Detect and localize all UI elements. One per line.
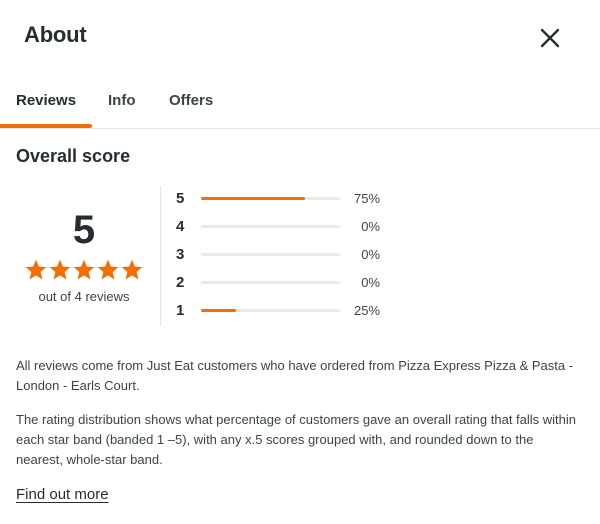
star-rating [24,258,144,282]
distribution-bar-track [201,225,340,228]
reviews-source-text: All reviews come from Just Eat customers… [16,358,574,393]
vertical-divider [160,186,161,326]
tab-offers[interactable]: Offers [169,92,213,109]
close-icon [540,28,560,48]
star-band-label: 3 [176,246,185,263]
rating-distribution-explanation: The rating distribution shows what perce… [16,412,577,467]
star-icon [25,259,47,280]
modal-title: About [24,22,87,47]
find-out-more-link[interactable]: Find out more [16,486,109,503]
star-band-percent: 75% [353,191,380,206]
star-band-label: 5 [176,190,185,207]
score-value: 5 [72,208,96,252]
star-band-percent: 0% [361,219,380,234]
distribution-bar-track [201,197,340,200]
distribution-row-5: 5 75% [176,188,406,216]
close-button[interactable] [538,26,562,50]
distribution-row-2: 2 0% [176,272,406,300]
star-icon [73,259,95,280]
distribution-bar-fill [201,309,236,312]
tab-info[interactable]: Info [108,92,136,109]
distribution-row-1: 1 25% [176,300,406,328]
distribution-bar-track [201,309,340,312]
review-count: out of 4 reviews [38,289,130,304]
star-band-label: 1 [176,302,185,319]
tab-bar: Reviews Info Offers [0,82,600,129]
distribution-row-4: 4 0% [176,216,406,244]
score-summary: 5 out of 4 reviews [16,186,160,326]
star-band-percent: 0% [361,275,380,290]
star-band-percent: 25% [353,303,380,318]
active-tab-indicator [0,124,92,128]
star-band-label: 4 [176,218,185,235]
distribution-bar-track [201,253,340,256]
tab-reviews[interactable]: Reviews [16,92,76,109]
star-band-percent: 0% [361,247,380,262]
star-band-label: 2 [176,274,185,291]
modal-header: About [24,22,576,54]
star-icon [97,259,119,280]
distribution-bar-fill [201,197,306,200]
rating-distribution: 5 75% 4 0% 3 0% 2 0% 1 25% [176,188,406,328]
overall-score-title: Overall score [16,146,131,166]
distribution-row-3: 3 0% [176,244,406,272]
distribution-bar-track [201,281,340,284]
star-icon [49,259,71,280]
star-icon [121,259,143,280]
about-modal: About Reviews Info Offers Overall score … [0,0,600,524]
